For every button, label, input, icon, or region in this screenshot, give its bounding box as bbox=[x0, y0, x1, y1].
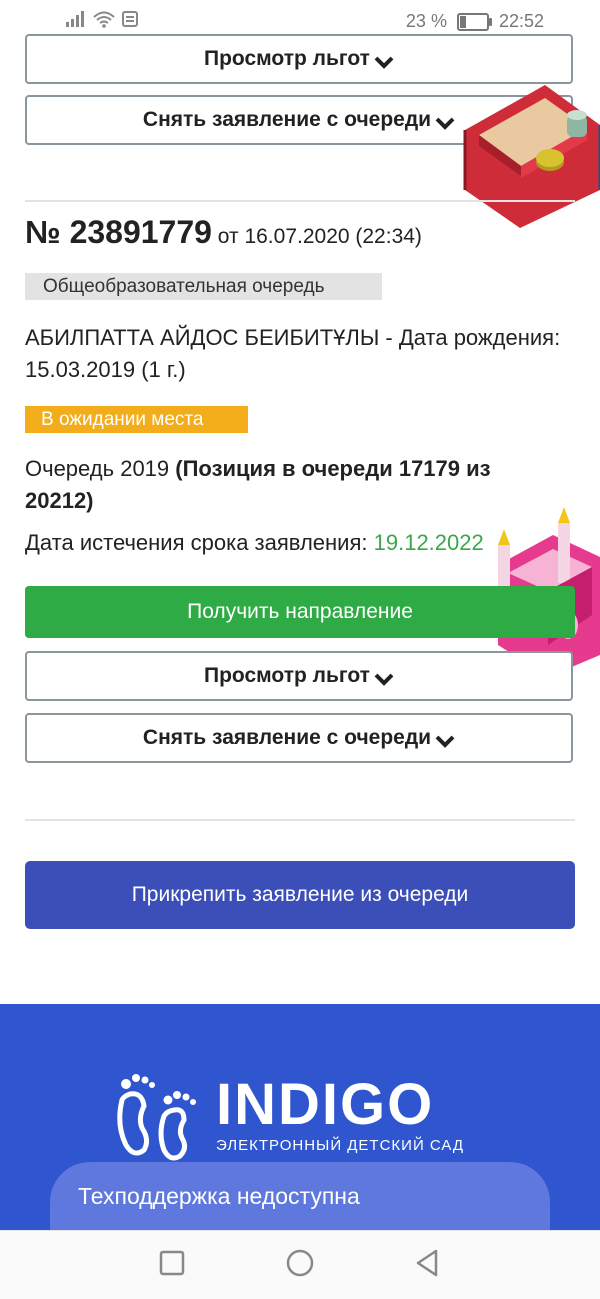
back-icon[interactable] bbox=[412, 1248, 442, 1278]
expiration-info: Дата истечения срока заявления: 19.12.20… bbox=[25, 530, 484, 556]
benefits-button-top[interactable]: Просмотр льгот bbox=[25, 34, 573, 84]
status-icons bbox=[66, 10, 138, 28]
battery-icon bbox=[456, 12, 492, 31]
home-icon[interactable] bbox=[285, 1248, 315, 1278]
chevron-down-icon bbox=[435, 117, 455, 130]
chevron-down-icon bbox=[435, 735, 455, 748]
chevron-down-icon bbox=[374, 673, 394, 686]
clock: 22:52 bbox=[498, 11, 544, 31]
application-number: № 23891779 от 16.07.2020 (22:34) bbox=[25, 214, 422, 251]
logo-title: INDIGO bbox=[216, 1071, 435, 1137]
number-value: 23891779 bbox=[69, 214, 212, 250]
withdraw-button-label: Снять заявление с очереди bbox=[142, 108, 432, 131]
attach-application-button[interactable]: Прикрепить заявление из очереди bbox=[25, 861, 575, 929]
signal-icon bbox=[66, 11, 84, 27]
logo-text: INDIGO ЭЛЕКТРОННЫЙ ДЕТСКИЙ САД bbox=[216, 1071, 465, 1154]
application-date: от 16.07.2020 (22:34) bbox=[217, 225, 422, 248]
indigo-logo: INDIGO ЭЛЕКТРОННЫЙ ДЕТСКИЙ САД bbox=[112, 1070, 464, 1162]
withdraw-button-label: Снять заявление с очереди bbox=[142, 726, 432, 749]
divider bbox=[25, 819, 575, 821]
logo-subtitle: ЭЛЕКТРОННЫЙ ДЕТСКИЙ САД bbox=[216, 1136, 465, 1154]
get-referral-button[interactable]: Получить направление bbox=[25, 586, 575, 638]
expiration-label: Дата истечения срока заявления: bbox=[25, 530, 368, 555]
queue-info: Очередь 2019 (Позиция в очереди 17179 из… bbox=[25, 453, 565, 517]
queue-label: Очередь 2019 bbox=[25, 456, 170, 481]
benefits-button-label: Просмотр льгот bbox=[204, 664, 370, 687]
withdraw-button[interactable]: Снять заявление с очереди bbox=[25, 713, 573, 763]
benefits-button-label: Просмотр льгот bbox=[204, 47, 370, 70]
playpen-illustration bbox=[463, 85, 600, 228]
divider bbox=[25, 200, 575, 202]
expiration-date: 19.12.2022 bbox=[373, 530, 484, 555]
support-chat-banner[interactable]: Техподдержка недоступна bbox=[50, 1162, 550, 1230]
queue-type-badge: Общеобразовательная очередь bbox=[25, 273, 382, 300]
battery-percent: 23 % bbox=[405, 11, 447, 31]
status-badge: В ожидании места bbox=[25, 406, 248, 433]
notification-icon bbox=[122, 11, 138, 27]
chevron-down-icon bbox=[374, 56, 394, 69]
benefits-button[interactable]: Просмотр льгот bbox=[25, 651, 573, 701]
status-right: 23 % 22:52 bbox=[406, 11, 544, 32]
footprints-icon bbox=[117, 1074, 196, 1161]
number-prefix: № bbox=[25, 214, 61, 250]
wifi-icon bbox=[93, 11, 115, 28]
child-info: АБИЛПАТТА АЙДОС БЕИБИТҰЛЫ - Дата рождени… bbox=[25, 325, 561, 382]
recent-apps-icon[interactable] bbox=[157, 1248, 187, 1278]
